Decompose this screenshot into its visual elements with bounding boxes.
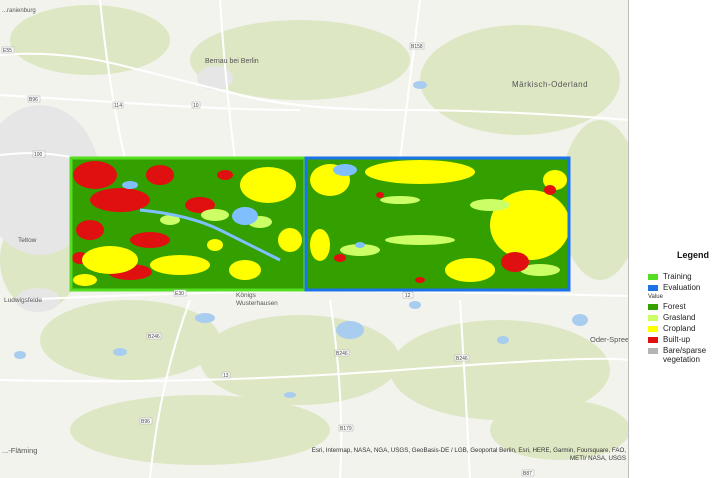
place-label-teltow: Teltow: [18, 237, 37, 244]
legend-item-evaluation: Evaluation: [640, 283, 716, 292]
legend-item-built-up: Built-up: [640, 335, 716, 344]
svg-text:B158: B158: [411, 44, 423, 50]
bare-sparse-swatch: [648, 348, 658, 354]
map-attribution: Esri, Intermap, NASA, NGA, USGS, GeoBasi…: [311, 447, 626, 462]
svg-text:B179: B179: [340, 426, 352, 432]
legend-label-bare-sparse: Bare/sparse vegetation: [663, 346, 707, 364]
svg-text:100: 100: [34, 152, 43, 158]
svg-text:B87: B87: [523, 471, 532, 477]
svg-text:E30: E30: [175, 291, 184, 297]
built-up-swatch: [648, 337, 658, 343]
legend-item-bare-sparse: Bare/sparse vegetation: [640, 346, 716, 364]
legend-label-grasland: Grasland: [663, 313, 696, 322]
evaluation-swatch: [648, 285, 658, 291]
cropland-swatch: [648, 326, 658, 332]
evaluation-raster: [306, 158, 570, 290]
legend-label-forest: Forest: [663, 302, 686, 311]
basemap[interactable]: ...ranienburg Bernau bei Berlin Märkisch…: [0, 0, 629, 478]
svg-text:B96: B96: [29, 97, 38, 103]
svg-text:114: 114: [114, 103, 122, 109]
legend-value-heading: Value: [648, 294, 663, 300]
legend-item-cropland: Cropland: [640, 324, 716, 333]
svg-text:10: 10: [193, 103, 199, 109]
svg-text:B246: B246: [456, 356, 468, 362]
forest-swatch: [648, 304, 658, 310]
svg-text:13: 13: [223, 373, 229, 379]
legend-label-built-up: Built-up: [663, 335, 691, 344]
svg-text:B246: B246: [336, 351, 348, 357]
training-raster: [71, 158, 305, 290]
training-swatch: [648, 274, 658, 280]
legend-item-training: Training: [640, 272, 716, 281]
place-label-ludwigsfelde: Ludwigsfelde: [4, 297, 42, 304]
place-label-oranienburg: ...ranienburg: [2, 8, 36, 14]
place-label-bernau: Bernau bei Berlin: [205, 58, 259, 65]
legend-title: Legend: [677, 250, 710, 260]
legend-label-cropland: Cropland: [663, 324, 696, 333]
svg-text:12: 12: [405, 293, 411, 299]
grasland-swatch: [648, 315, 658, 321]
legend-item-grasland: Grasland: [640, 313, 716, 322]
legend-label-training: Training: [663, 272, 692, 281]
svg-text:B246: B246: [148, 334, 160, 340]
place-label-maerkisch-oderland: Märkisch-Oderland: [512, 80, 588, 89]
legend-item-forest: Forest: [640, 302, 716, 311]
svg-text:B96: B96: [141, 419, 150, 425]
legend: Legend Training Evaluation Value Forest …: [640, 250, 716, 366]
svg-text:E55: E55: [3, 48, 12, 54]
place-label-flaeming: ...-Fläming: [2, 446, 37, 455]
place-label-oder-spree: Oder-Spree: [590, 335, 629, 344]
legend-label-evaluation: Evaluation: [663, 283, 701, 292]
